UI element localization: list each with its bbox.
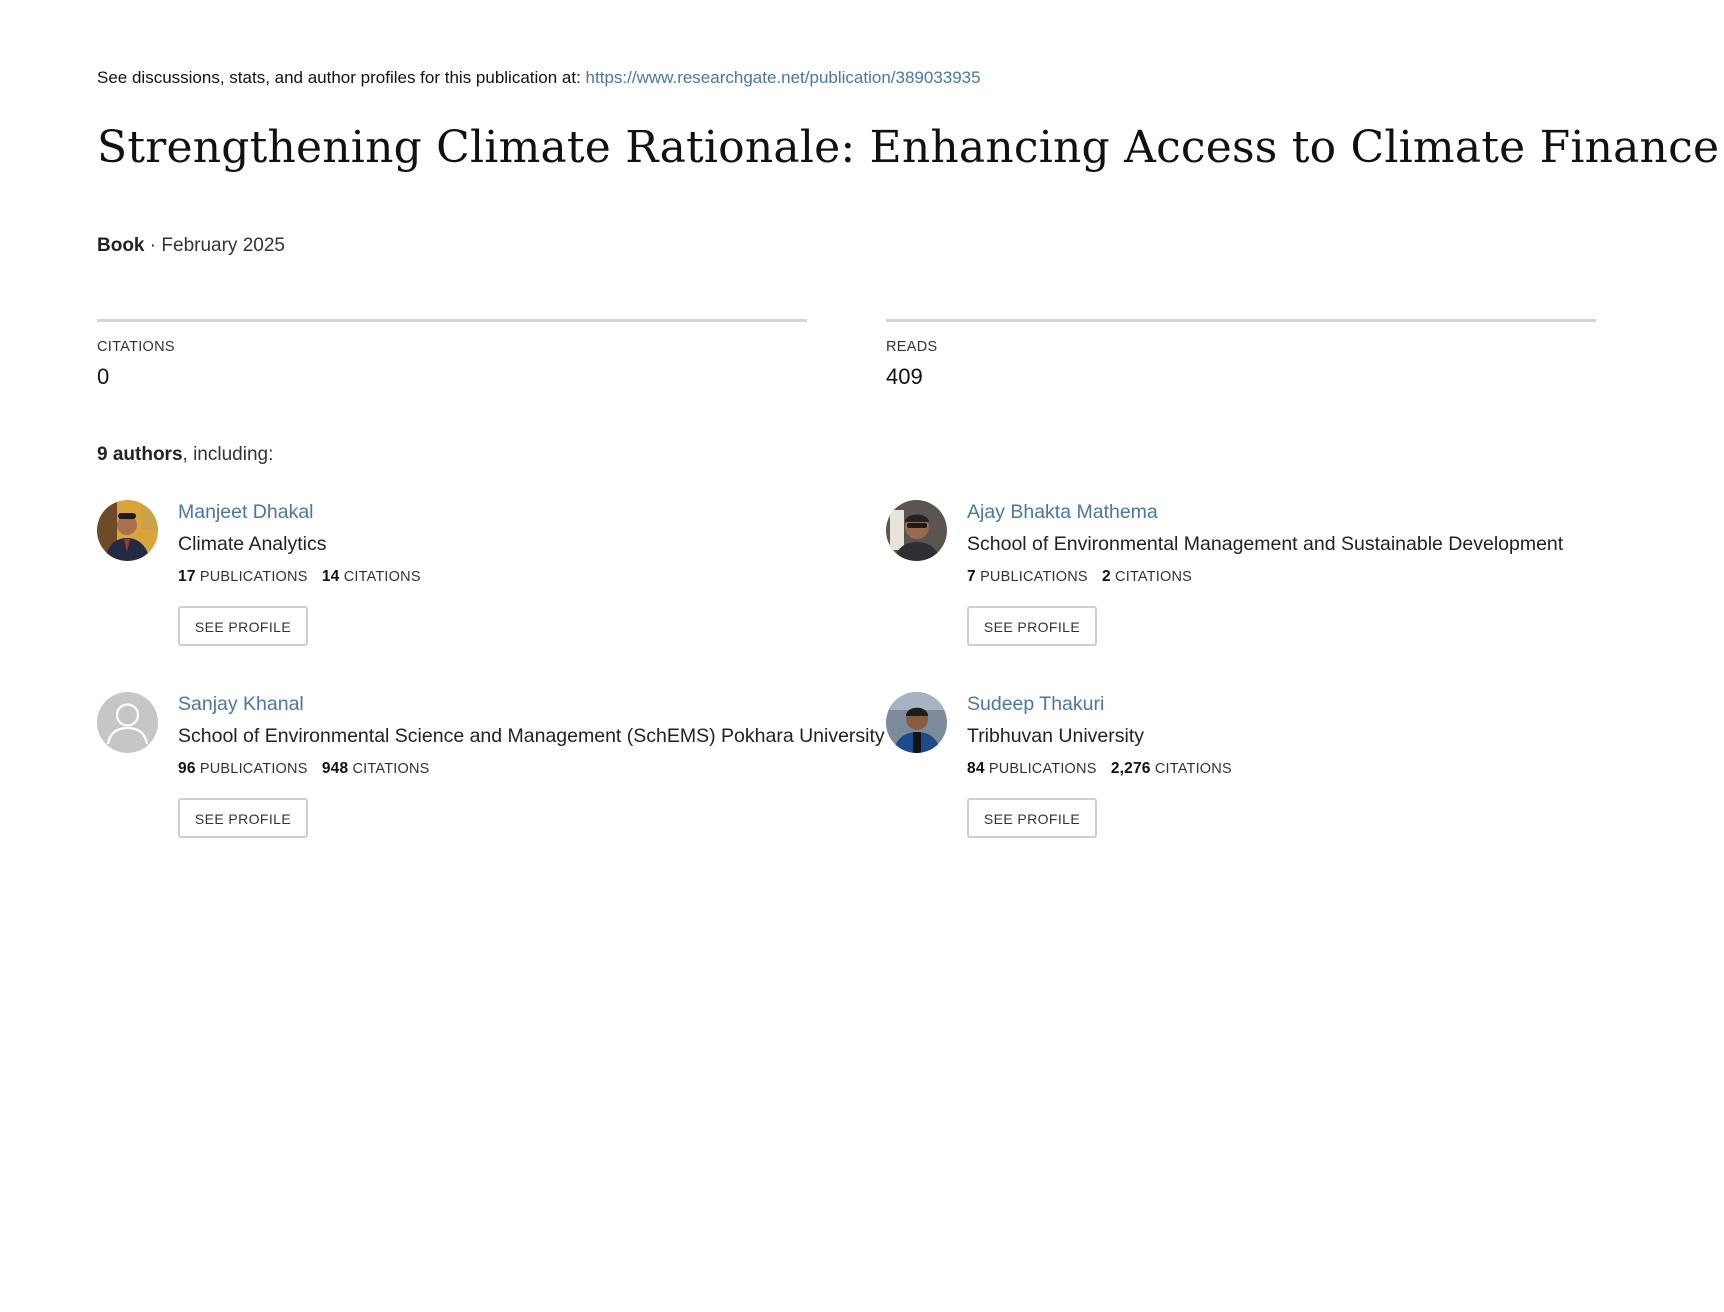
authors-count: 9 authors [97, 444, 183, 465]
photo-avatar-icon[interactable] [886, 692, 947, 753]
author-name-link[interactable]: Manjeet Dhakal [178, 500, 421, 524]
publication-meta: Book · February 2025 [97, 235, 285, 257]
author-name-link[interactable]: Sanjay Khanal [178, 692, 885, 716]
citations-stat: CITATIONS 0 [97, 319, 807, 390]
photo-avatar-icon[interactable] [886, 500, 947, 561]
publications-count: 84 [967, 760, 985, 777]
author-card: Sudeep Thakuri Tribhuvan University 84 P… [886, 692, 1666, 852]
citations-count: 14 [321, 568, 340, 585]
reads-label: READS [886, 339, 938, 355]
author-card: Sanjay Khanal School of Environmental Sc… [97, 692, 885, 852]
citations-label: CITATIONS [1154, 761, 1232, 777]
citations-count: 2 [1101, 568, 1111, 585]
publication-url-link[interactable]: https://www.researchgate.net/publication… [586, 68, 981, 87]
reads-stat: READS 409 [886, 319, 1596, 390]
photo-avatar-icon[interactable] [97, 500, 158, 561]
author-institution: School of Environmental Science and Mana… [178, 725, 885, 747]
authors-suffix: , including: [182, 444, 274, 465]
author-institution: Climate Analytics [178, 533, 327, 555]
publications-label: PUBLICATIONS [199, 761, 308, 777]
discussion-text: See discussions, stats, and author profi… [97, 68, 586, 87]
citations-count: 948 [321, 760, 349, 777]
author-card: Ajay Bhakta Mathema School of Environmen… [886, 500, 1666, 660]
see-profile-button[interactable]: SEE PROFILE [178, 798, 308, 838]
publications-count: 17 [178, 568, 196, 585]
author-stats: 84 PUBLICATIONS 2,276 CITATIONS [967, 760, 1232, 778]
publications-label: PUBLICATIONS [199, 569, 308, 585]
see-profile-button[interactable]: SEE PROFILE [967, 606, 1097, 646]
citations-label: CITATIONS [97, 339, 175, 355]
authors-heading: 9 authors, including: [97, 444, 273, 466]
publication-date: February 2025 [161, 235, 285, 256]
publications-count: 7 [967, 568, 976, 585]
citations-label: CITATIONS [343, 569, 421, 585]
author-stats: 7 PUBLICATIONS 2 CITATIONS [967, 568, 1563, 586]
citations-count: 2,276 [1110, 760, 1151, 777]
publications-label: PUBLICATIONS [980, 569, 1088, 585]
publications-count: 96 [178, 760, 196, 777]
citations-label: CITATIONS [1115, 569, 1193, 585]
see-profile-button[interactable]: SEE PROFILE [967, 798, 1097, 838]
author-card: Manjeet Dhakal Climate Analytics 17 PUBL… [97, 500, 877, 660]
meta-separator: · [144, 235, 162, 256]
author-name-link[interactable]: Sudeep Thakuri [967, 692, 1232, 716]
author-name-link[interactable]: Ajay Bhakta Mathema [967, 500, 1563, 524]
author-stats: 17 PUBLICATIONS 14 CITATIONS [178, 568, 421, 586]
see-profile-button[interactable]: SEE PROFILE [178, 606, 308, 646]
default-user-icon[interactable] [97, 692, 158, 753]
discussion-line: See discussions, stats, and author profi… [97, 68, 981, 88]
author-institution: Tribhuvan University [967, 725, 1145, 747]
author-institution: School of Environmental Management and S… [967, 533, 1564, 555]
publication-type: Book [97, 235, 145, 256]
citations-label: CITATIONS [352, 761, 430, 777]
reads-value: 409 [886, 364, 923, 389]
publication-title: Strengthening Climate Rationale: Enhanci… [97, 122, 1720, 173]
publications-label: PUBLICATIONS [988, 761, 1097, 777]
citations-value: 0 [97, 364, 110, 389]
author-stats: 96 PUBLICATIONS 948 CITATIONS [178, 760, 885, 778]
